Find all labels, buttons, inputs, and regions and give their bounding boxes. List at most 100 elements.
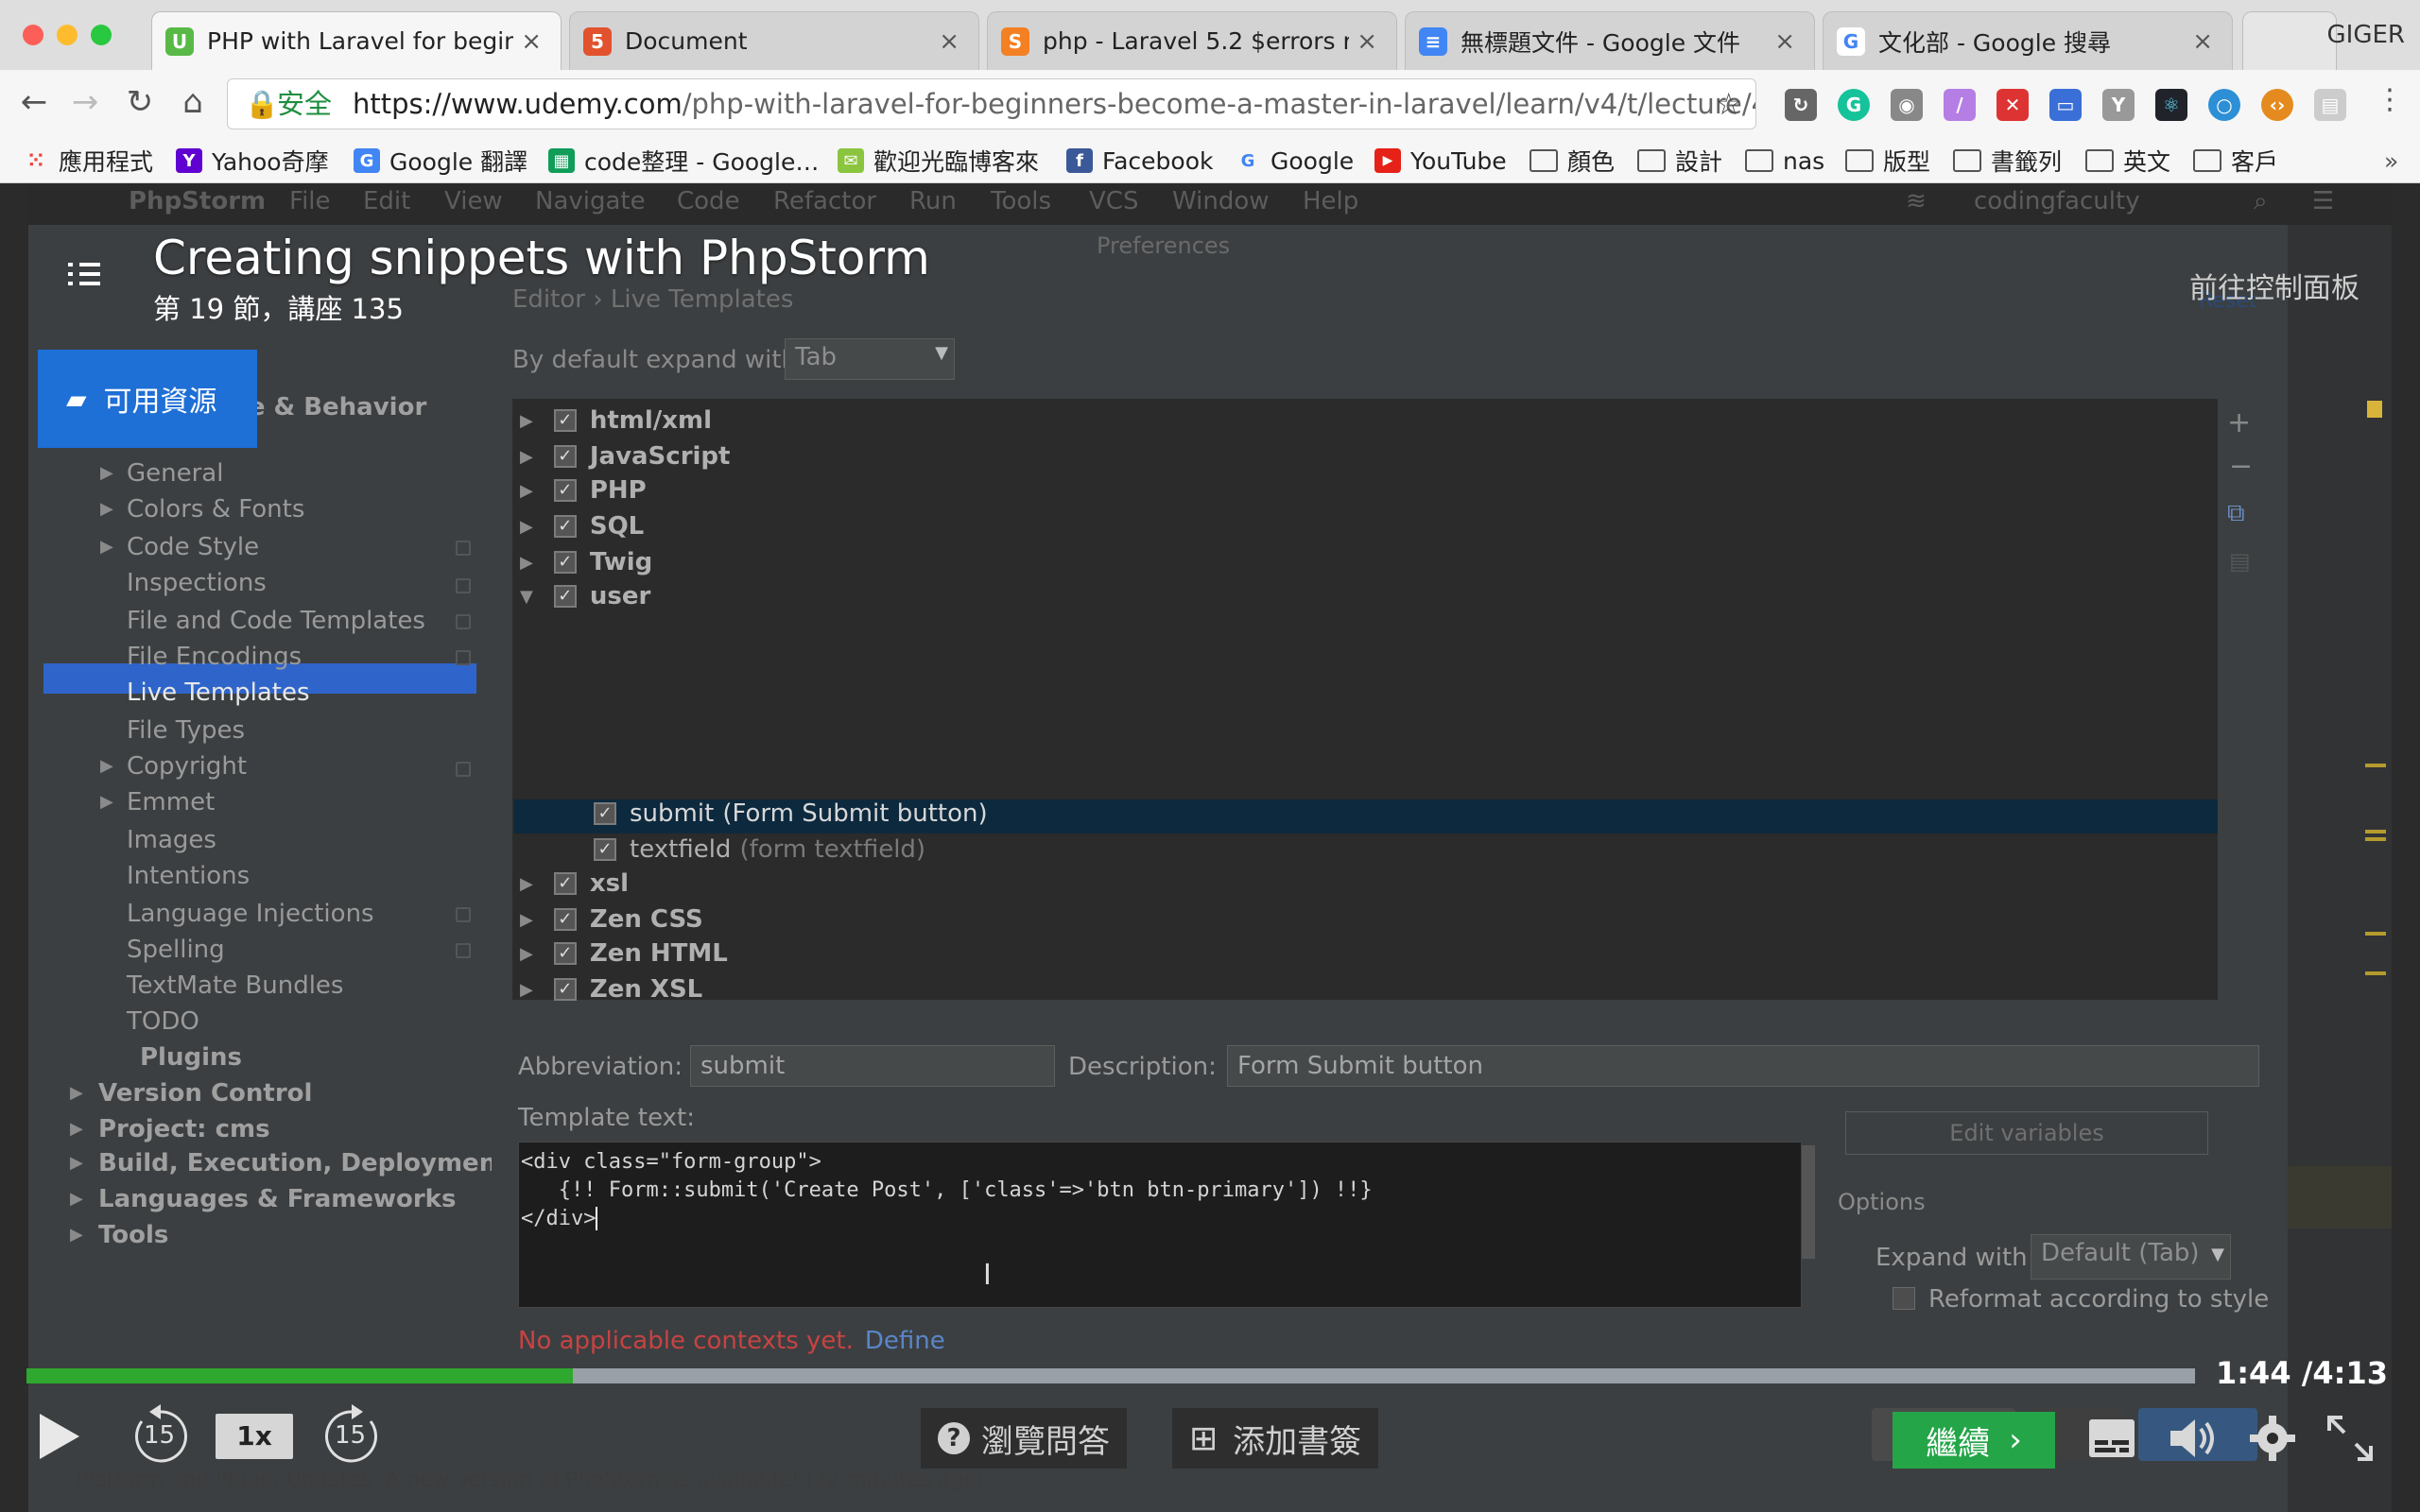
bookmark-apps[interactable]: ⁙ 應用程式 [23, 144, 153, 178]
y-extension-icon[interactable]: Y [2102, 89, 2135, 121]
template-group-twig[interactable]: ▶ ✓ Twig [520, 548, 652, 576]
template-text-editor[interactable]: <div class="form-group"> {!! Form::submi… [518, 1142, 1802, 1308]
remove-template-icon[interactable]: − [2229, 450, 2253, 483]
checkbox-icon[interactable]: ✓ [553, 551, 577, 574]
continue-button[interactable]: 繼續 › [1893, 1412, 2055, 1469]
checkbox-icon[interactable]: ✓ [553, 942, 577, 965]
bookmark-folder-bookmarks[interactable]: 書籤列 [1953, 144, 2062, 178]
code-extension-icon[interactable]: ‹› [2261, 89, 2293, 121]
template-group-user[interactable]: ▼ ✓ user [520, 582, 650, 610]
browse-qa-button[interactable]: ? 瀏覽問答 [921, 1408, 1127, 1469]
bookmark-folder-templates[interactable]: 版型 [1845, 144, 1930, 178]
restore-template-icon[interactable]: ▤ [2229, 548, 2251, 575]
camera-extension-icon[interactable]: ◉ [1891, 89, 1923, 121]
sync-extension-icon[interactable]: ↻ [1785, 89, 1817, 121]
captions-icon[interactable] [2087, 1418, 2136, 1459]
bookmark-code-sheet[interactable]: ▦ code整理 - Google… [548, 144, 819, 178]
back-arrow-icon[interactable]: ← [15, 83, 53, 121]
abbreviation-field[interactable]: submit [690, 1045, 1055, 1087]
checkbox-icon[interactable]: ✓ [553, 445, 577, 468]
settings-gear-icon[interactable] [2248, 1414, 2297, 1463]
bookmark-folder-clients[interactable]: 客戶 [2193, 144, 2278, 178]
template-group-javascript[interactable]: ▶ ✓ JavaScript [520, 442, 730, 471]
screenshot-extension-icon[interactable]: ▭ [2049, 89, 2082, 121]
volume-icon[interactable] [2167, 1414, 2220, 1463]
template-group-zen-xsl[interactable]: ▶ ✓ Zen XSL [520, 975, 702, 1004]
edit-variables-button[interactable]: Edit variables [1845, 1111, 2208, 1155]
checkbox-icon[interactable]: ✓ [553, 479, 577, 502]
add-template-icon[interactable]: + [2227, 406, 2251, 439]
scissors-extension-icon[interactable]: ✕ [1996, 89, 2029, 121]
template-group-zen-html[interactable]: ▶ ✓ Zen HTML [520, 939, 728, 968]
resources-button[interactable]: ▰ 可用資源 [38, 350, 257, 448]
browser-tab-google-docs[interactable]: ≡ 無標題文件 - Google 文件 × [1405, 11, 1815, 70]
bookmark-star-icon[interactable]: ☆ [1715, 79, 1742, 129]
tab-close-icon[interactable]: × [939, 27, 959, 56]
curriculum-menu-icon[interactable] [68, 263, 100, 289]
bookmark-yahoo[interactable]: Y Yahoo奇摩 [176, 144, 329, 178]
checkbox-icon[interactable]: ✓ [553, 409, 577, 432]
window-extension-icon[interactable]: ▤ [2314, 89, 2346, 121]
new-tab-button[interactable] [2242, 11, 2337, 70]
browser-tab-google-search[interactable]: G 文化部 - Google 搜尋 × [1823, 11, 2233, 70]
rewind-15-button[interactable]: 15 [127, 1402, 195, 1470]
checkbox-icon[interactable]: ✓ [553, 908, 577, 931]
checkbox-icon[interactable]: ✓ [553, 585, 577, 608]
template-item-submit[interactable]: ✓ submit (Form Submit button) [594, 799, 988, 828]
bookmark-folder-english[interactable]: 英文 [2085, 144, 2170, 178]
forward-15-button[interactable]: 15 [318, 1402, 386, 1470]
fullscreen-icon[interactable] [2325, 1414, 2375, 1463]
minimize-window-button[interactable] [57, 25, 78, 45]
profile-name[interactable]: GIGER [2327, 21, 2405, 49]
browser-tab-udemy[interactable]: U PHP with Laravel for beginne × [151, 11, 562, 70]
bookmark-facebook[interactable]: f Facebook [1066, 144, 1213, 178]
template-group-zen-css[interactable]: ▶ ✓ Zen CSS [520, 905, 703, 934]
pen-extension-icon[interactable]: / [1944, 89, 1976, 121]
browser-tab-stackoverflow[interactable]: S php - Laravel 5.2 $errors not × [987, 11, 1397, 70]
checkbox-icon[interactable]: ✓ [553, 978, 577, 1001]
bookmark-books[interactable]: ✉ 歡迎光臨博客來 [838, 144, 1039, 178]
more-bookmarks-icon[interactable]: » [2384, 144, 2398, 178]
checkbox-icon[interactable]: ✓ [594, 838, 616, 861]
checkbox-icon[interactable]: ✓ [553, 872, 577, 895]
playback-speed-button[interactable]: 1x [216, 1414, 293, 1459]
define-link[interactable]: Define [865, 1327, 945, 1355]
bookmark-google-translate[interactable]: G Google 翻譯 [354, 144, 527, 178]
tab-close-icon[interactable]: × [1774, 27, 1795, 56]
template-group-html-xml[interactable]: ▶ ✓ html/xml [520, 406, 712, 435]
video-player[interactable]: PhpStorm File Edit View Navigate Code Re… [0, 183, 2420, 1512]
reload-icon[interactable]: ↻ [121, 83, 159, 121]
editor-scrollbar[interactable] [1802, 1145, 1815, 1259]
browser-tab-document[interactable]: 5 Document × [569, 11, 979, 70]
bookmark-folder-nas[interactable]: nas [1745, 144, 1824, 178]
dashboard-link[interactable]: 前往控制面板 [2189, 265, 2360, 306]
checkbox-icon[interactable]: ✓ [553, 515, 577, 538]
template-item-textfield[interactable]: ✓ textfield (form textfield) [594, 835, 925, 864]
bookmark-folder-design[interactable]: 設計 [1637, 144, 1722, 178]
bookmark-folder-colors[interactable]: 顏色 [1530, 144, 1615, 178]
forward-arrow-icon[interactable]: → [66, 83, 104, 121]
add-bookmark-button[interactable]: ⊞ 添加書簽 [1172, 1408, 1379, 1469]
template-group-xsl[interactable]: ▶ ✓ xsl [520, 869, 629, 898]
circle-extension-icon[interactable]: ○ [2208, 89, 2240, 121]
expand-default-select[interactable]: Tab ▼ [785, 338, 955, 380]
react-devtools-icon[interactable]: ⚛ [2155, 89, 2187, 121]
bookmark-youtube[interactable]: ▶ YouTube [1374, 144, 1507, 178]
play-icon[interactable] [36, 1410, 83, 1463]
tab-close-icon[interactable]: × [1357, 27, 1377, 56]
home-icon[interactable]: ⌂ [174, 83, 212, 121]
close-window-button[interactable] [23, 25, 43, 45]
tab-close-icon[interactable]: × [521, 27, 542, 56]
checkbox-icon[interactable]: ✓ [594, 802, 616, 825]
grammarly-icon[interactable]: G [1838, 89, 1870, 121]
reformat-checkbox[interactable] [1893, 1287, 1915, 1310]
more-menu-icon[interactable]: ⋮ [2371, 83, 2409, 116]
description-field[interactable]: Form Submit button [1227, 1045, 2259, 1087]
address-bar[interactable]: 🔒 安全 https://www.udemy.com/php-with-lara… [227, 78, 1756, 129]
tab-close-icon[interactable]: × [2192, 27, 2213, 56]
copy-template-icon[interactable]: ⧉ [2227, 499, 2245, 528]
bookmark-google[interactable]: G Google [1235, 144, 1355, 178]
zoom-window-button[interactable] [91, 25, 112, 45]
video-progress-bar[interactable] [26, 1368, 2195, 1383]
template-group-php[interactable]: ▶ ✓ PHP [520, 476, 647, 505]
